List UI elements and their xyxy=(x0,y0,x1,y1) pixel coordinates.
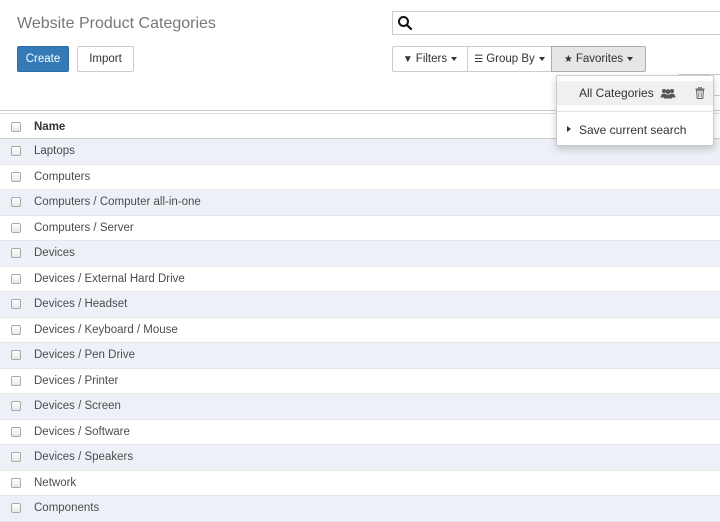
row-name: Devices / Speakers xyxy=(34,451,134,463)
table-row[interactable]: Devices / Printer xyxy=(0,368,720,394)
trash-icon[interactable] xyxy=(695,87,705,99)
row-name: Devices / Keyboard / Mouse xyxy=(34,323,178,336)
favorite-filter-all-categories[interactable]: All Categories xyxy=(557,81,713,105)
row-name: Computers / Server xyxy=(34,221,134,234)
table-row[interactable]: Devices / Keyboard / Mouse xyxy=(0,317,720,343)
search-box[interactable] xyxy=(392,11,720,35)
filter-icon: ▼ xyxy=(402,54,413,65)
caret-right-icon xyxy=(567,126,571,132)
table-row[interactable]: Devices / Software xyxy=(0,419,720,445)
row-checkbox[interactable] xyxy=(11,426,21,437)
favorite-filter-label: All Categories xyxy=(579,86,654,100)
page-title: Website Product Categories xyxy=(17,15,216,32)
row-name: Devices / Headset xyxy=(34,298,128,310)
row-checkbox[interactable] xyxy=(11,350,21,360)
select-all-checkbox[interactable] xyxy=(11,122,21,132)
table-row[interactable]: Devices xyxy=(0,241,720,267)
chevron-down-icon xyxy=(451,56,458,61)
table-row[interactable]: Computers xyxy=(0,164,720,190)
table-row[interactable]: Devices / Screen xyxy=(0,394,720,420)
favorites-button[interactable]: ★ Favorites xyxy=(551,46,646,72)
row-name: Devices xyxy=(34,247,75,259)
row-checkbox[interactable] xyxy=(11,171,21,182)
dropdown-divider xyxy=(557,111,713,112)
filters-button[interactable]: ▼ Filters xyxy=(392,46,468,72)
table-row[interactable]: Components xyxy=(0,496,720,522)
row-name: Devices / Screen xyxy=(34,400,121,412)
favorites-label: Favorites xyxy=(575,53,624,65)
bars-icon: ☰ xyxy=(474,54,484,65)
row-checkbox[interactable] xyxy=(11,248,21,258)
row-checkbox[interactable] xyxy=(11,477,21,488)
table-row[interactable]: Devices / External Hard Drive xyxy=(0,266,720,292)
row-checkbox[interactable] xyxy=(11,503,21,513)
table-row[interactable]: Network xyxy=(0,470,720,496)
table-row[interactable]: Computers / Computer all-in-one xyxy=(0,190,720,216)
search-icon[interactable] xyxy=(397,15,413,31)
row-checkbox[interactable] xyxy=(11,324,21,335)
row-checkbox[interactable] xyxy=(11,197,21,207)
group-by-button[interactable]: ☰ Group By xyxy=(467,46,552,72)
table-row[interactable]: Devices / Headset xyxy=(0,292,720,318)
row-name: Devices / External Hard Drive xyxy=(34,272,185,285)
row-checkbox[interactable] xyxy=(11,401,21,411)
chevron-down-icon xyxy=(627,56,634,61)
row-checkbox[interactable] xyxy=(11,273,21,284)
row-checkbox[interactable] xyxy=(11,375,21,386)
row-name: Components xyxy=(34,502,100,514)
table-row[interactable]: Devices / Pen Drive xyxy=(0,343,720,369)
save-current-search-toggle[interactable]: Save current search xyxy=(557,119,713,141)
table-row[interactable]: Computers / Server xyxy=(0,215,720,241)
row-name: Laptops xyxy=(34,145,75,157)
star-icon: ★ xyxy=(563,54,573,65)
users-icon xyxy=(660,89,676,99)
row-checkbox[interactable] xyxy=(11,146,21,156)
chevron-down-icon xyxy=(538,56,545,61)
row-name: Devices / Pen Drive xyxy=(34,349,135,361)
row-checkbox[interactable] xyxy=(11,452,21,462)
row-name: Devices / Software xyxy=(34,425,130,438)
row-checkbox[interactable] xyxy=(11,222,21,233)
save-current-search-label: Save current search xyxy=(579,123,687,137)
search-input[interactable] xyxy=(417,14,717,32)
table-row[interactable]: Devices / Speakers xyxy=(0,445,720,471)
row-name: Devices / Printer xyxy=(34,374,119,387)
favorites-dropdown: All Categories Save current search xyxy=(556,75,714,146)
filters-label: Filters xyxy=(415,53,448,65)
row-checkbox[interactable] xyxy=(11,299,21,309)
column-header-name[interactable]: Name xyxy=(34,114,65,140)
import-button[interactable]: Import xyxy=(77,46,134,72)
row-name: Computers / Computer all-in-one xyxy=(34,196,201,208)
create-button[interactable]: Create xyxy=(17,46,69,72)
list-table: Name Laptops Computers Computers / Compu… xyxy=(0,113,720,522)
row-name: Network xyxy=(34,476,77,489)
row-name: Computers xyxy=(34,170,91,183)
group-by-label: Group By xyxy=(486,53,535,65)
